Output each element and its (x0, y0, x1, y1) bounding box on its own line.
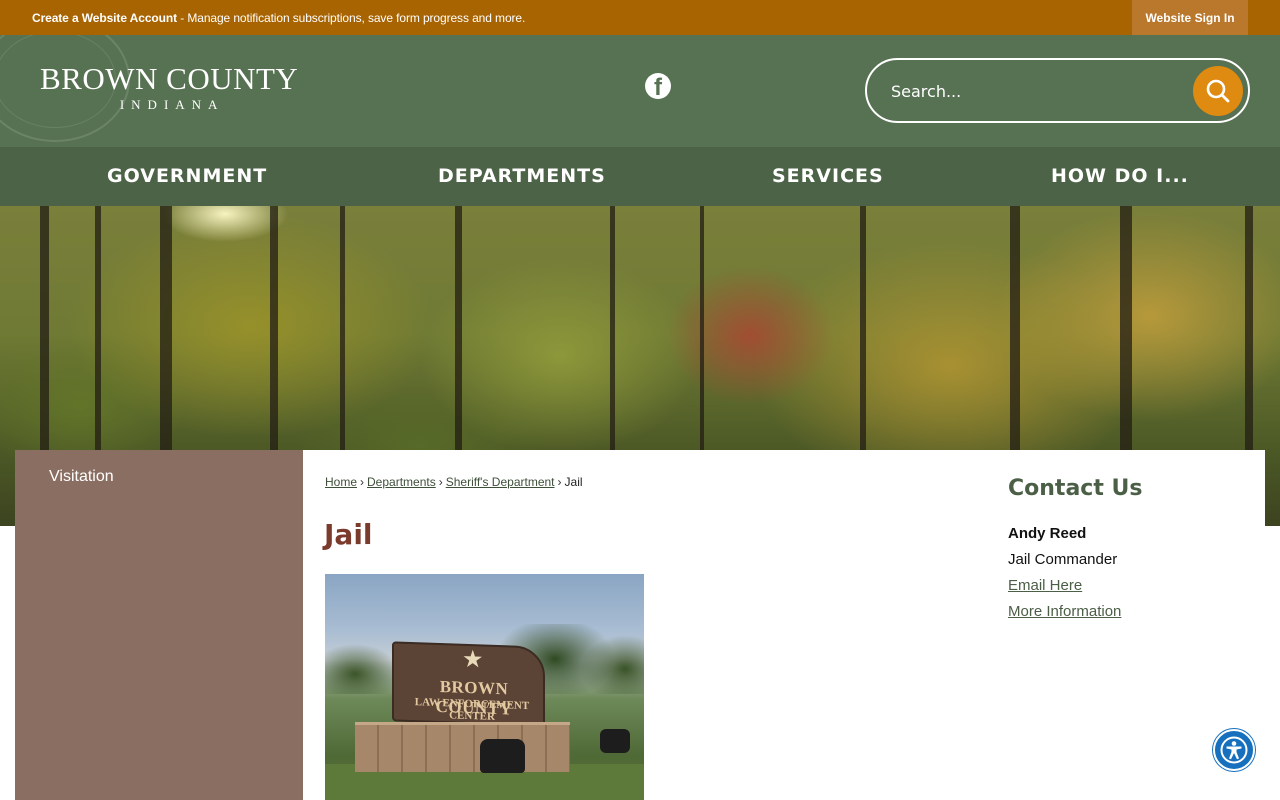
building-sign: ★ BROWN COUNTY LAW ENFORCEMENT CENTER (392, 641, 545, 727)
breadcrumb-departments[interactable]: Departments (367, 475, 436, 489)
breadcrumb-home[interactable]: Home (325, 475, 357, 489)
account-message[interactable]: Create a Website Account - Manage notifi… (32, 11, 525, 25)
logo-subtitle: INDIANA (119, 97, 225, 112)
contact-name: Andy Reed (1008, 525, 1087, 542)
site-header: BROWN COUNTY INDIANA f (0, 35, 1280, 147)
search-icon (1206, 79, 1230, 103)
accessibility-button[interactable] (1213, 729, 1255, 771)
top-notification-bar: Create a Website Account - Manage notifi… (0, 0, 1280, 35)
breadcrumb-separator: › (438, 475, 443, 489)
site-logo[interactable]: BROWN COUNTY INDIANA (40, 63, 298, 113)
logo-title: BROWN COUNTY (40, 61, 299, 96)
contact-panel: Contact Us Andy Reed Jail Commander Emai… (1008, 476, 1248, 620)
contact-role: Jail Commander (1008, 551, 1118, 568)
breadcrumb-current: Jail (564, 475, 583, 489)
law-enforcement-center-photo: ★ BROWN COUNTY LAW ENFORCEMENT CENTER (325, 574, 644, 800)
sidebar-item-visitation[interactable]: Visitation (49, 468, 114, 486)
breadcrumb-separator: › (360, 475, 365, 489)
breadcrumb: Home › Departments › Sheriff's Department › Ja… (325, 475, 583, 489)
breadcrumb-sheriffs-department[interactable]: Sheriff's Department (446, 475, 555, 489)
contact-heading: Contact Us (1008, 476, 1143, 501)
sidebar-nav: Visitation (15, 450, 303, 800)
create-account-link[interactable]: Create a Website Account (32, 11, 177, 25)
spotlight (600, 729, 630, 753)
search-input[interactable] (891, 78, 1171, 104)
nav-item-departments[interactable]: DEPARTMENTS (438, 147, 606, 206)
contact-more-info-link[interactable]: More Information (1008, 603, 1248, 620)
spotlight (480, 739, 525, 773)
contact-email-link[interactable]: Email Here (1008, 577, 1248, 594)
sheriff-star-icon: ★ (462, 645, 484, 674)
nav-item-government[interactable]: GOVERNMENT (107, 147, 267, 206)
breadcrumb-separator: › (557, 475, 562, 489)
search-box (865, 58, 1250, 123)
facebook-icon[interactable]: f (645, 73, 671, 101)
website-sign-in-button[interactable]: Website Sign In (1132, 0, 1248, 35)
main-navigation: GOVERNMENT DEPARTMENTS SERVICES HOW DO I… (0, 147, 1280, 206)
account-message-text: - Manage notification subscriptions, sav… (176, 11, 526, 25)
nav-item-how-do-i[interactable]: HOW DO I... (1051, 147, 1189, 206)
page-title: Jail (324, 518, 373, 551)
accessibility-icon (1220, 736, 1248, 764)
nav-item-services[interactable]: SERVICES (772, 147, 884, 206)
search-button[interactable] (1193, 66, 1243, 116)
sign-stone-base (355, 722, 570, 772)
